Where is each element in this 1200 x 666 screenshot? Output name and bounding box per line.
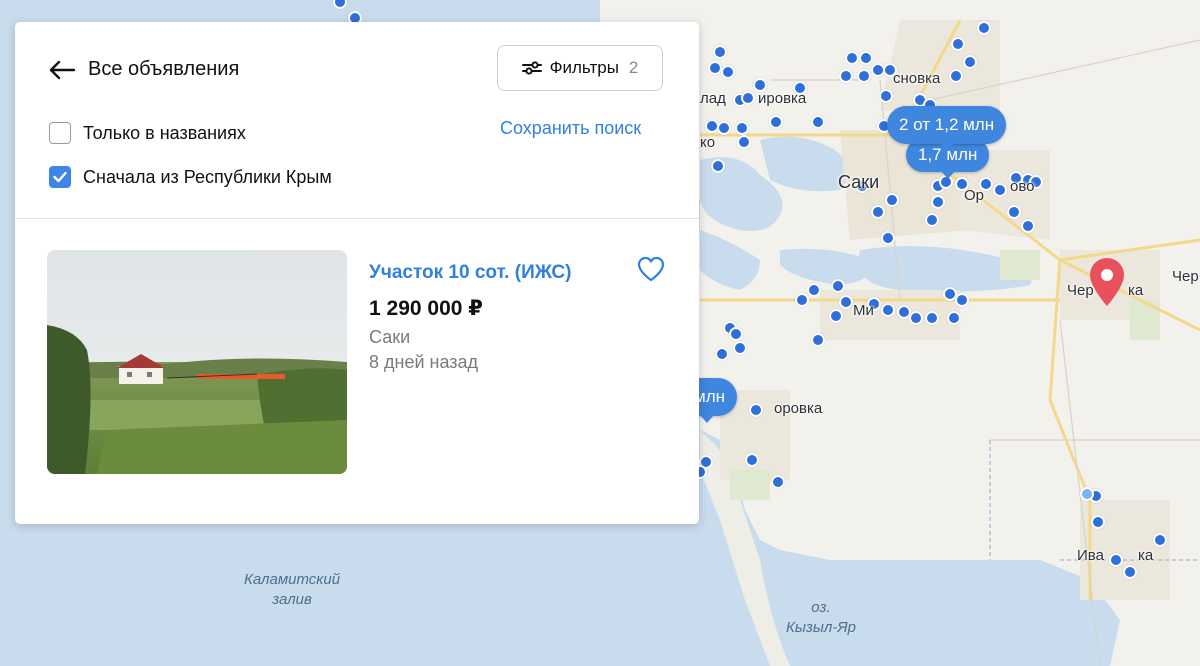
map-marker[interactable] [871, 205, 885, 219]
map-marker[interactable] [795, 293, 809, 307]
map-marker[interactable] [1153, 533, 1167, 547]
map-marker[interactable] [839, 69, 853, 83]
map-marker[interactable] [729, 327, 743, 341]
back-to-all-listings[interactable]: Все объявления [48, 58, 239, 81]
map-marker[interactable] [733, 341, 747, 355]
map-marker[interactable] [829, 309, 843, 323]
listing-photo[interactable] [47, 250, 347, 474]
sliders-icon [521, 61, 542, 75]
back-label: Все объявления [88, 58, 240, 80]
map-label-lesnovka: сновка [893, 70, 941, 87]
map-label-vladimirovka-right: ировка [758, 90, 807, 107]
search-panel: Все объявления Фильтры 2 Только в назван… [15, 22, 699, 524]
map-marker[interactable] [749, 403, 763, 417]
map-marker[interactable] [771, 475, 785, 489]
map-marker[interactable] [925, 311, 939, 325]
filters-count-badge: 2 [628, 58, 639, 77]
map-marker[interactable] [1123, 565, 1137, 579]
map-marker[interactable] [1091, 515, 1105, 529]
map-marker[interactable] [951, 37, 965, 51]
checkbox-names-only-row[interactable]: Только в названиях [49, 122, 246, 144]
filters-button[interactable]: Фильтры 2 [497, 45, 663, 91]
map-marker[interactable] [949, 69, 963, 83]
water-label-kyzyl-yar: оз. Кызыл-Яр [786, 599, 856, 636]
map-marker[interactable] [947, 311, 961, 325]
map-marker[interactable] [955, 293, 969, 307]
filters-label: Фильтры [549, 58, 619, 77]
map-label-ivanovka-tail: ка [1138, 547, 1154, 564]
map-label-saki: Саки [838, 172, 880, 192]
heart-icon[interactable] [637, 256, 665, 282]
map-label-mikhailovka: Ми [853, 302, 874, 319]
map-marker[interactable] [1109, 553, 1123, 567]
listing-age: 8 дней назад [369, 352, 479, 372]
map-marker[interactable] [885, 193, 899, 207]
checkbox-crimea-first-label: Сначала из Республики Крым [83, 166, 332, 187]
map-marker[interactable] [769, 115, 783, 129]
map-label-cher-far: Чер [1172, 268, 1199, 285]
map-marker[interactable] [839, 295, 853, 309]
map-marker[interactable] [741, 91, 755, 105]
map-label-fedorovka: оровка [774, 400, 823, 417]
map-marker[interactable] [881, 231, 895, 245]
map-marker[interactable] [831, 279, 845, 293]
map-marker[interactable] [807, 283, 821, 297]
map-marker[interactable] [737, 135, 751, 149]
location-pin-icon[interactable] [1090, 258, 1124, 306]
map-label-ivanovka: Ива [1077, 547, 1104, 564]
checkbox-crimea-first-row[interactable]: Сначала из Республики Крым [49, 166, 332, 188]
checkmark-icon [53, 171, 67, 183]
map-marker[interactable] [713, 45, 727, 59]
map-marker[interactable] [879, 89, 893, 103]
checkbox-names-only[interactable] [49, 122, 71, 144]
water-label-kalamit-gulf: Каламитский залив [244, 571, 341, 608]
listing-title-link[interactable]: Участок 10 сот. (ИЖС) [369, 262, 571, 284]
map-marker[interactable] [811, 115, 825, 129]
map-marker[interactable] [931, 195, 945, 209]
map-marker[interactable] [845, 51, 859, 65]
map-marker[interactable] [881, 303, 895, 317]
map-label-ko: ко [700, 134, 716, 151]
listing-location: Саки [369, 327, 411, 347]
map-marker[interactable] [909, 311, 923, 325]
map-marker[interactable] [711, 159, 725, 173]
map-label-vladimirovka-left: лад [700, 90, 726, 107]
map-marker[interactable] [717, 121, 731, 135]
arrow-left-icon [49, 60, 76, 79]
map-label-chernovka-tail: ка [1128, 282, 1144, 299]
map-cluster-2-from-1-2[interactable]: 2 от 1,2 млн [887, 106, 1007, 151]
listing-price: 1 290 000 ₽ [369, 297, 483, 320]
checkbox-crimea-first[interactable] [49, 166, 71, 188]
panel-divider [15, 218, 699, 219]
map-marker[interactable] [1021, 219, 1035, 233]
map-marker[interactable] [715, 347, 729, 361]
map-marker[interactable] [745, 453, 759, 467]
map-marker[interactable] [735, 121, 749, 135]
map-marker[interactable] [977, 21, 991, 35]
map-marker[interactable] [721, 65, 735, 79]
map-marker[interactable] [925, 213, 939, 227]
map-marker[interactable] [859, 51, 873, 65]
map-marker[interactable] [811, 333, 825, 347]
map-marker-visited[interactable] [1080, 487, 1094, 501]
map-label-orekhovo-tail: ово [1010, 178, 1035, 195]
map-marker[interactable] [857, 69, 871, 83]
map-marker[interactable] [708, 61, 722, 75]
map-label-orekhovo: Ор [964, 187, 985, 204]
map-marker[interactable] [1007, 205, 1021, 219]
map-marker[interactable] [993, 183, 1007, 197]
map-marker[interactable] [963, 55, 977, 69]
save-search-link[interactable]: Сохранить поиск [500, 118, 641, 139]
checkbox-names-only-label: Только в названиях [83, 122, 246, 143]
